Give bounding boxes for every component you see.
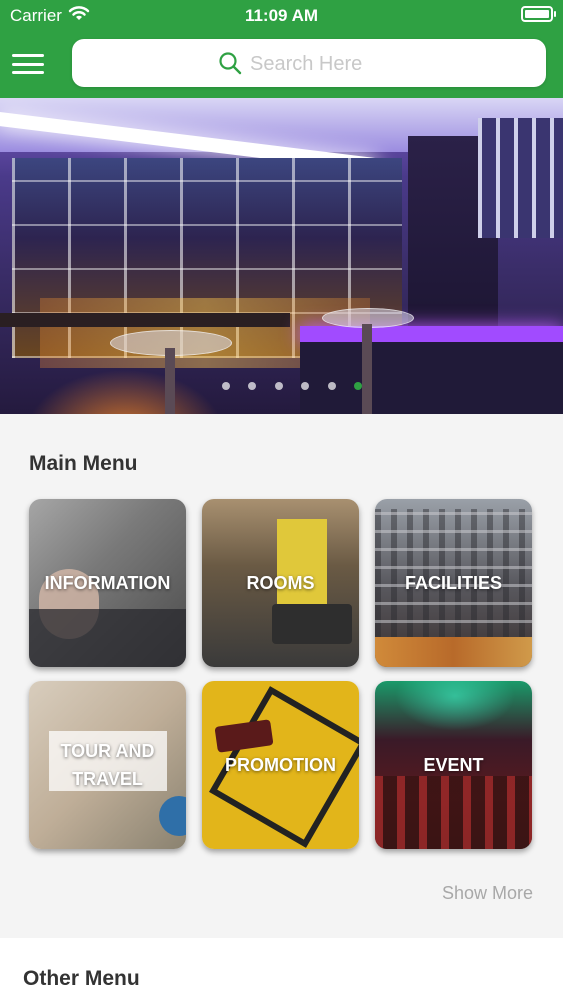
menu-tile-information[interactable]: INFORMATION	[29, 499, 186, 667]
show-more-link[interactable]: Show More	[442, 883, 533, 904]
slider-dot[interactable]	[248, 382, 257, 390]
search-bar[interactable]	[72, 39, 546, 87]
menu-tile-label: TOUR AND TRAVEL	[60, 741, 155, 789]
status-time: 11:09 AM	[244, 6, 319, 25]
bar-body-graphic	[300, 342, 563, 414]
menu-tile-event[interactable]: EVENT	[375, 681, 532, 849]
bar-light-graphic	[300, 326, 563, 342]
status-bar: Carrier 11:09 AM	[0, 0, 563, 30]
hamburger-line	[12, 54, 44, 57]
battery-icon	[521, 6, 556, 22]
stool-graphic	[165, 348, 175, 414]
search-icon	[218, 51, 242, 80]
slider-dot[interactable]	[301, 382, 310, 390]
menu-tile-label: EVENT	[423, 755, 484, 775]
menu-tile-label: ROOMS	[246, 573, 315, 593]
menu-tile-facilities[interactable]: FACILITIES	[375, 499, 532, 667]
menu-tile-tour-and-travel[interactable]: TOUR AND TRAVEL	[29, 681, 186, 849]
menu-tile-rooms[interactable]: ROOMS	[202, 499, 359, 667]
app-header: Carrier 11:09 AM	[0, 0, 563, 98]
hamburger-line	[12, 71, 44, 74]
menu-tile-promotion[interactable]: PROMOTION	[202, 681, 359, 849]
slider-dot[interactable]	[327, 382, 336, 390]
search-input[interactable]	[248, 47, 532, 81]
other-menu-section: Other Menu	[0, 938, 563, 1000]
slider-pagination	[222, 382, 376, 392]
slider-dot[interactable]	[274, 382, 283, 390]
menu-tile-label: PROMOTION	[225, 755, 336, 775]
slider-dot-active[interactable]	[354, 382, 363, 390]
menu-tile-label: FACILITIES	[404, 573, 502, 593]
counter-graphic	[0, 313, 290, 327]
other-menu-title: Other Menu	[23, 967, 140, 990]
main-menu-title: Main Menu	[29, 452, 138, 475]
menu-tile-label: INFORMATION	[44, 573, 171, 593]
slider-dot[interactable]	[222, 382, 230, 390]
glass-rack-graphic	[478, 118, 563, 238]
banner-slider[interactable]	[0, 98, 563, 414]
hamburger-menu-button[interactable]	[12, 54, 44, 74]
main-menu-section: Main Menu INFORMATION ROOMS FACILITIES T…	[0, 414, 563, 938]
hamburger-line	[12, 62, 44, 66]
stool-graphic	[362, 324, 372, 414]
